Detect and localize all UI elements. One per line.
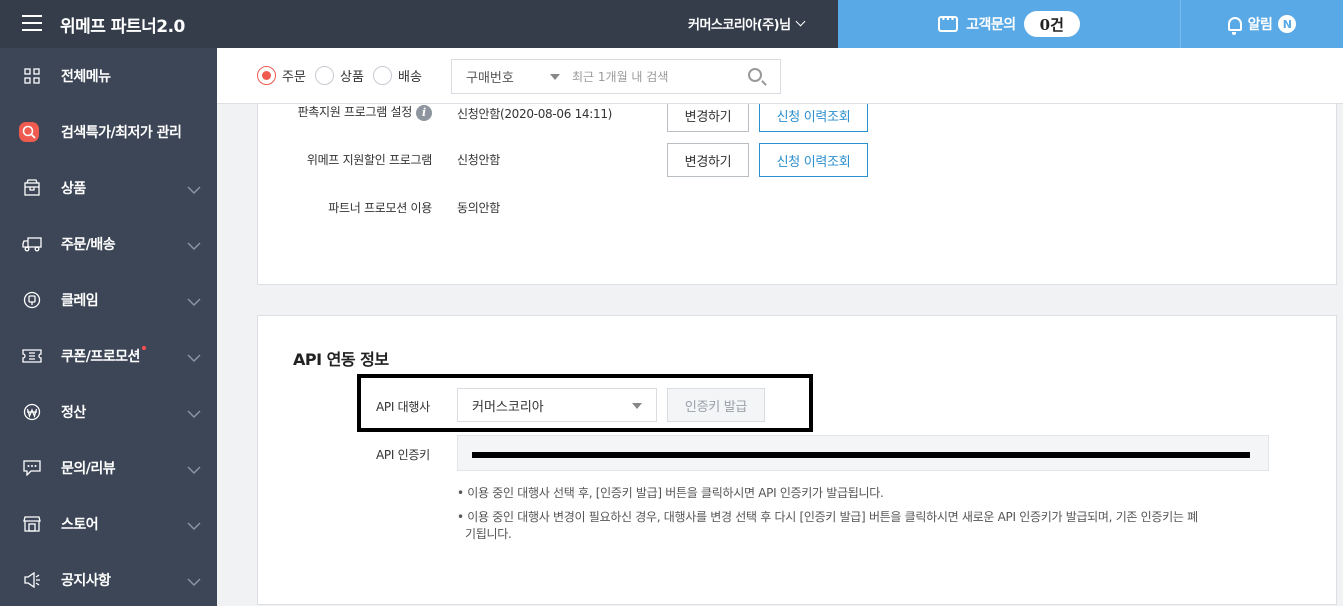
redacted-key-bar — [472, 452, 1250, 458]
sidebar-item-all-menu[interactable]: 전체메뉴 — [0, 48, 217, 104]
dropdown-arrow-icon — [550, 74, 560, 80]
promo-row-value: 신청안함 — [457, 153, 500, 167]
api-key-field[interactable] — [457, 435, 1269, 471]
new-dot — [141, 346, 146, 350]
sidebar-item-label-text: 쿠폰/프로모션 — [61, 349, 140, 365]
search-input[interactable] — [572, 65, 732, 88]
customer-inquiry-label: 고객문의 — [966, 17, 1016, 33]
issue-key-button[interactable]: 인증키 발급 — [667, 388, 765, 422]
alarm-button[interactable]: 알림 N — [1181, 0, 1343, 48]
api-note: • 이용 중인 대행사 변경이 필요하신 경우, 대행사를 변경 선택 후 다시… — [457, 510, 1198, 524]
chevron-down-icon — [187, 179, 201, 198]
promo-row-label: 판촉지원 프로그램 설정 i — [298, 103, 432, 121]
search-icon — [19, 122, 39, 142]
radio-circle — [373, 66, 392, 85]
radio-delivery[interactable]: 배송 — [373, 66, 422, 85]
promo-row-label: 위메프 지원할인 프로그램 — [306, 153, 432, 167]
brand-title[interactable]: 위메프 파트너2.0 — [60, 12, 185, 37]
info-icon[interactable]: i — [416, 104, 432, 121]
api-section-title: API 연동 정보 — [293, 350, 389, 369]
search-type-value: 구매번호 — [466, 71, 514, 86]
change-button[interactable]: 변경하기 — [667, 143, 749, 177]
dropdown-arrow-icon — [632, 403, 642, 409]
chevron-down-icon — [187, 571, 201, 590]
promo-row-label-text: 판촉지원 프로그램 설정 — [297, 105, 413, 119]
history-button[interactable]: 신청 이력조회 — [759, 143, 868, 177]
promo-row-label: 파트너 프로모션 이용 — [328, 201, 432, 215]
api-agency-select[interactable]: 커머스코리아 — [457, 388, 657, 422]
chevron-down-icon — [187, 403, 201, 422]
search-box: 구매번호 — [451, 59, 781, 94]
api-note: 기됩니다. — [465, 527, 512, 541]
sidebar: 전체메뉴 검색특가/최저가 관리 상품 주문/배송 클레임 쿠폰/프로모션 정산… — [0, 48, 217, 606]
chevron-down-icon — [187, 515, 201, 534]
sidebar-item-label: 정산 — [61, 405, 86, 421]
sidebar-item-coupons[interactable]: 쿠폰/프로모션 — [0, 328, 217, 384]
api-info-panel: API 연동 정보 API 대행사 커머스코리아 인증키 발급 API 인증키 … — [257, 315, 1337, 605]
promo-row-value: 동의안함 — [457, 201, 500, 215]
sidebar-item-label: 쿠폰/프로모션 — [61, 346, 146, 366]
account-menu[interactable]: 커머스코리아(주)님 — [688, 14, 806, 33]
truck-icon — [22, 234, 42, 254]
sidebar-item-label: 공지사항 — [61, 573, 111, 589]
chevron-down-icon — [187, 235, 201, 254]
search-filter-bar: 주문 상품 배송 구매번호 — [217, 48, 1343, 104]
radio-label: 상품 — [340, 70, 364, 85]
api-agency-label: API 대행사 — [376, 400, 430, 414]
ticket-icon — [22, 346, 42, 366]
new-badge: N — [1278, 15, 1297, 33]
api-agency-value: 커머스코리아 — [472, 399, 544, 415]
api-note: • 이용 중인 대행사 선택 후, [인증키 발급] 버튼을 클릭하시면 API… — [457, 486, 884, 500]
sidebar-item-orders[interactable]: 주문/배송 — [0, 216, 217, 272]
promotion-settings-panel: 판촉지원 프로그램 설정 i 신청안함(2020-08-06 14:11) 변경하… — [257, 80, 1337, 285]
radio-product[interactable]: 상품 — [315, 66, 364, 85]
account-name: 커머스코리아(주)님 — [688, 18, 791, 33]
sidebar-item-label: 상품 — [61, 181, 86, 197]
promo-row-value: 신청안함(2020-08-06 14:11) — [457, 107, 613, 121]
chevron-down-icon — [187, 291, 201, 310]
sidebar-item-products[interactable]: 상품 — [0, 160, 217, 216]
box-icon — [22, 178, 42, 198]
search-icon[interactable] — [748, 68, 762, 82]
customer-inquiry-button[interactable]: 고객문의 0건 — [838, 0, 1180, 48]
alarm-label: 알림 — [1247, 17, 1273, 33]
radio-label: 주문 — [282, 70, 306, 85]
radio-order[interactable]: 주문 — [257, 66, 306, 85]
chevron-down-icon — [187, 347, 201, 366]
sidebar-item-claims[interactable]: 클레임 — [0, 272, 217, 328]
sidebar-item-notices[interactable]: 공지사항 — [0, 552, 217, 606]
sidebar-item-label: 스토어 — [61, 517, 99, 533]
sidebar-item-label: 클레임 — [61, 293, 99, 309]
radio-circle — [257, 66, 276, 85]
hamburger-menu-icon[interactable] — [22, 15, 42, 31]
sidebar-item-label: 주문/배송 — [61, 237, 116, 253]
megaphone-icon — [22, 570, 42, 590]
radio-circle — [315, 66, 334, 85]
radio-label: 배송 — [398, 70, 422, 85]
top-bar: 위메프 파트너2.0 커머스코리아(주)님 고객문의 0건 알림 N — [0, 0, 1343, 48]
sidebar-item-label: 전체메뉴 — [61, 69, 111, 85]
sidebar-item-inquiries[interactable]: 문의/리뷰 — [0, 440, 217, 496]
sidebar-item-store[interactable]: 스토어 — [0, 496, 217, 552]
store-icon — [22, 514, 42, 534]
chevron-down-icon — [187, 459, 201, 478]
sidebar-item-label: 검색특가/최저가 관리 — [61, 125, 182, 141]
chat-icon — [22, 458, 42, 478]
search-type-select[interactable]: 구매번호 — [452, 60, 567, 93]
customer-inquiry-count: 0건 — [1023, 11, 1080, 37]
sidebar-item-search-deals[interactable]: 검색특가/최저가 관리 — [0, 104, 217, 160]
api-key-label: API 인증키 — [376, 448, 430, 462]
bell-icon — [1227, 17, 1242, 35]
claim-icon — [22, 290, 42, 310]
chat-bubble-icon — [938, 12, 959, 32]
won-icon — [22, 402, 42, 422]
grid-icon — [22, 66, 42, 86]
sidebar-item-settlement[interactable]: 정산 — [0, 384, 217, 440]
sidebar-item-label: 문의/리뷰 — [61, 461, 116, 477]
chevron-down-icon — [795, 16, 806, 27]
